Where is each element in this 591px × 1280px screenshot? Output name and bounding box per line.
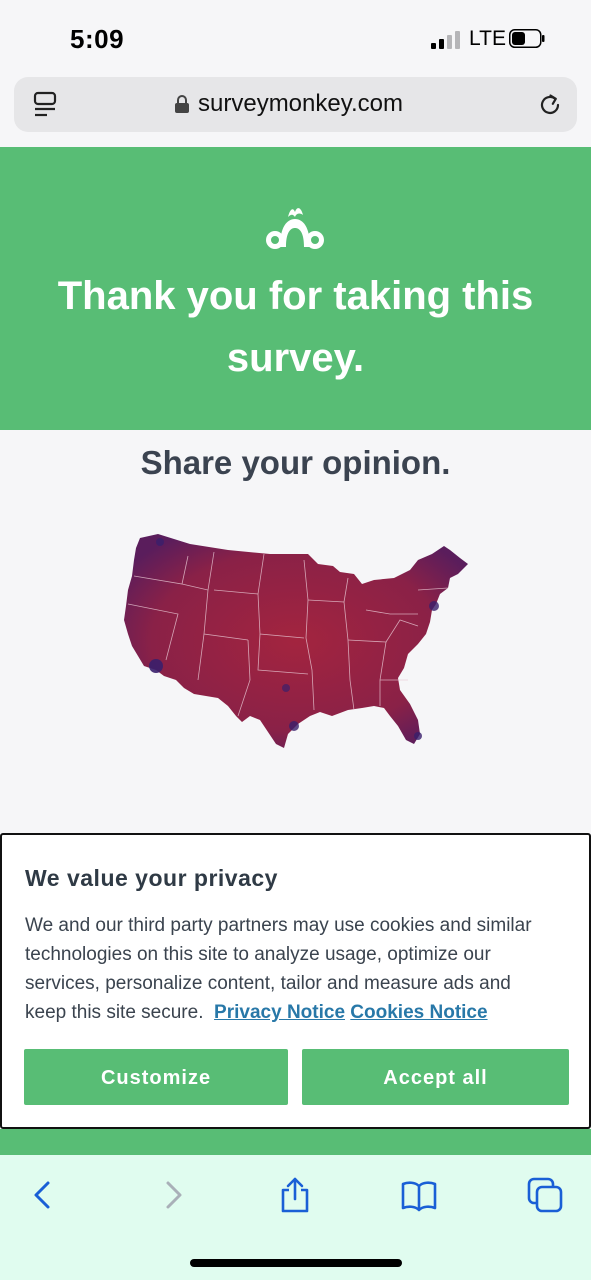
address-bar[interactable]: surveymonkey.com: [14, 77, 577, 132]
url-text[interactable]: surveymonkey.com: [198, 90, 403, 118]
bookmarks-icon[interactable]: [401, 1177, 437, 1213]
accept-all-button[interactable]: Accept all: [302, 1049, 569, 1105]
privacy-banner: We value your privacy We and our third p…: [0, 833, 591, 1129]
network-label: LTE: [469, 27, 506, 50]
customize-button[interactable]: Customize: [24, 1049, 288, 1105]
surveymonkey-logo-icon: [266, 208, 324, 249]
tabs-icon[interactable]: [527, 1177, 563, 1213]
browser-toolbar: [0, 1155, 591, 1280]
thank-you-heading: Thank you for taking this survey.: [57, 274, 534, 380]
privacy-title: We value your privacy: [25, 865, 278, 891]
reader-icon[interactable]: [33, 91, 59, 119]
status-time: 5:09: [70, 24, 125, 54]
us-map-illustration: [124, 534, 468, 748]
hero-banner: Thank you for taking this survey.: [0, 147, 591, 430]
footer-strip: [0, 1129, 591, 1155]
lock-icon: [175, 95, 189, 113]
home-indicator[interactable]: [190, 1259, 402, 1267]
privacy-notice-link[interactable]: Privacy Notice: [214, 1002, 345, 1023]
cookies-notice-link[interactable]: Cookies Notice: [350, 1002, 487, 1023]
privacy-body: We and our third party partners may use …: [25, 911, 555, 1027]
share-opinion-heading: Share your opinion.: [140, 444, 451, 481]
share-icon[interactable]: [277, 1177, 313, 1213]
forward-icon[interactable]: [154, 1177, 190, 1213]
signal-icon: [431, 31, 460, 49]
reload-icon[interactable]: [536, 91, 564, 119]
status-bar: 5:09 LTE: [0, 0, 591, 72]
back-icon[interactable]: [26, 1177, 62, 1213]
battery-icon: [509, 29, 545, 48]
